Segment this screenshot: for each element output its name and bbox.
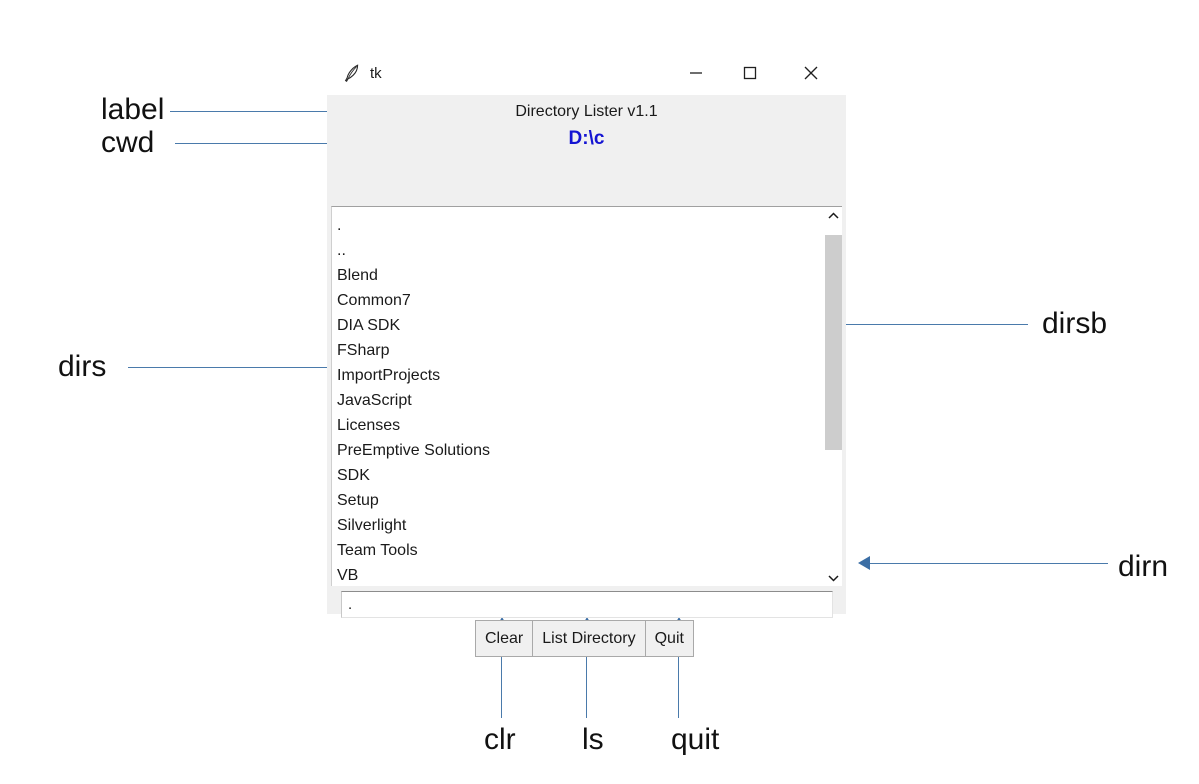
list-item[interactable]: .. <box>335 238 824 263</box>
chevron-down-icon[interactable] <box>825 569 842 586</box>
annotation-arrow-dirn <box>858 556 870 570</box>
annotation-label-dirn: dirn <box>1118 550 1169 583</box>
chevron-up-icon[interactable] <box>825 207 842 224</box>
quit-button[interactable]: Quit <box>644 620 694 657</box>
close-icon[interactable] <box>788 51 834 95</box>
list-item[interactable]: JavaScript <box>335 388 824 413</box>
list-item[interactable]: Common7 <box>335 288 824 313</box>
annotation-label-ls: ls <box>582 723 604 756</box>
directory-listbox-wrap: . .. Blend Common7 DIA SDK FSharp Import… <box>331 206 842 586</box>
list-directory-button[interactable]: List Directory <box>532 620 646 657</box>
list-item[interactable]: VB <box>335 563 824 586</box>
list-item[interactable]: FSharp <box>335 338 824 363</box>
list-item[interactable]: Blend <box>335 263 824 288</box>
list-item[interactable]: Setup <box>335 488 824 513</box>
window-title: tk <box>370 64 382 82</box>
tk-window: tk Directory Lister v1.1 D:\c . .. Blend… <box>327 51 846 657</box>
directory-scrollbar[interactable] <box>824 207 842 586</box>
clear-button[interactable]: Clear <box>475 620 534 657</box>
minimize-icon[interactable] <box>673 51 719 95</box>
tk-feather-icon <box>343 63 361 83</box>
button-row: Clear List Directory Quit <box>475 620 694 657</box>
annotation-label-clr: clr <box>484 723 516 756</box>
title-bar[interactable]: tk <box>327 51 846 95</box>
annotation-label-cwd: cwd <box>101 126 155 159</box>
annotation-label-dirs: dirs <box>58 350 107 383</box>
list-item[interactable]: DIA SDK <box>335 313 824 338</box>
list-item[interactable]: Silverlight <box>335 513 824 538</box>
annotation-label-quit: quit <box>671 723 720 756</box>
list-item[interactable]: SDK <box>335 463 824 488</box>
list-item[interactable]: . <box>335 213 824 238</box>
scrollbar-thumb[interactable] <box>825 235 842 450</box>
maximize-icon[interactable] <box>727 51 773 95</box>
annotation-label-label: label <box>101 93 165 126</box>
list-item[interactable]: PreEmptive Solutions <box>335 438 824 463</box>
directory-listbox[interactable]: . .. Blend Common7 DIA SDK FSharp Import… <box>332 207 824 586</box>
directory-name-input[interactable]: . <box>341 591 833 618</box>
list-item[interactable]: Licenses <box>335 413 824 438</box>
list-item[interactable]: Team Tools <box>335 538 824 563</box>
app-heading-label: Directory Lister v1.1 <box>515 103 658 120</box>
client-area: Directory Lister v1.1 D:\c . .. Blend Co… <box>327 95 846 657</box>
annotation-label-dirsb: dirsb <box>1042 307 1108 340</box>
annotation-line-dirn <box>870 563 1108 565</box>
cwd-label: D:\c <box>568 128 605 149</box>
annotation-line-dirsb <box>846 324 1028 326</box>
list-item[interactable]: ImportProjects <box>335 363 824 388</box>
